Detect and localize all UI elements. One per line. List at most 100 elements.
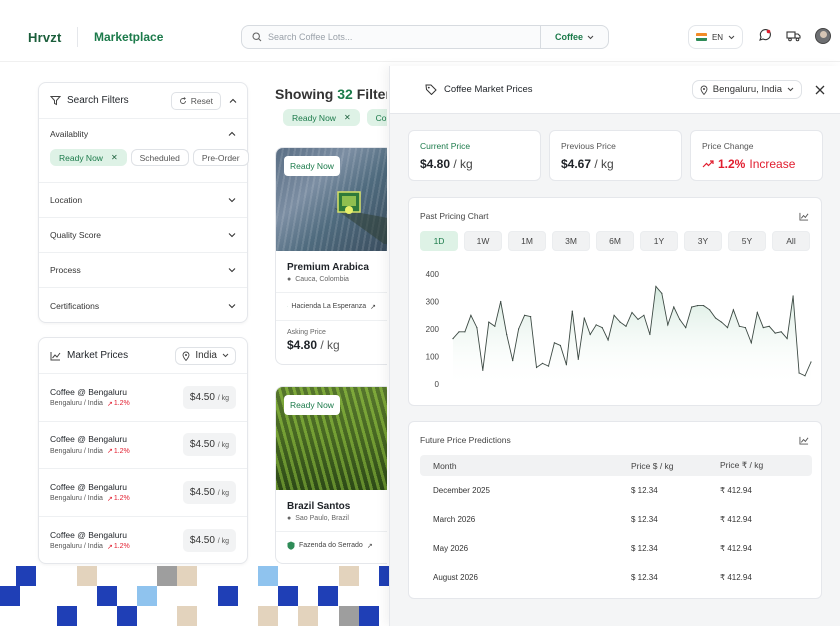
previous-price-label: Previous Price <box>561 141 616 151</box>
refresh-icon <box>179 96 186 104</box>
price-point <box>691 306 693 308</box>
language-select[interactable]: EN <box>688 25 743 49</box>
price-point <box>792 295 794 297</box>
filter-section-process[interactable]: Process <box>39 253 247 288</box>
y-tick-label: 200 <box>426 325 440 334</box>
region-select[interactable]: India <box>175 346 236 365</box>
price-change-card: Price Change 1.2% Increase <box>690 130 823 181</box>
farm-name[interactable]: Hacienda La Esperanza <box>291 303 366 310</box>
location-pin-icon <box>700 85 708 95</box>
active-chip[interactable]: Ready Now ✕ <box>283 109 360 126</box>
search-category-label: Coffee <box>554 32 583 42</box>
price-point <box>679 318 681 320</box>
close-icon[interactable]: ✕ <box>111 153 118 162</box>
search-input[interactable] <box>268 32 540 42</box>
close-icon[interactable]: ✕ <box>344 113 351 122</box>
price-point <box>744 327 746 329</box>
chip-pre-order[interactable]: Pre-Order <box>192 149 249 166</box>
price-point <box>559 344 561 347</box>
filter-section-label: Quality Score <box>50 230 102 240</box>
range-5y[interactable]: 5Y <box>728 231 766 251</box>
price-point <box>577 358 579 360</box>
market-price-row[interactable]: Coffee @ Bengaluru Bengaluru / India ↗ 1.2… <box>39 422 247 469</box>
lot-card[interactable]: Ready Now Brazil Santos ● Sao Paulo, Braz… <box>275 386 387 564</box>
table-row: March 2026 $ 12.34 ₹ 412.94 <box>420 505 812 534</box>
app-logo[interactable]: Hrvzt <box>28 30 62 45</box>
column-header: Price ₹ / kg <box>720 460 764 470</box>
filter-icon <box>50 96 61 106</box>
chevron-up-icon[interactable] <box>228 131 236 137</box>
price-point <box>565 364 567 366</box>
active-chip[interactable]: Col <box>366 109 387 126</box>
line-chart-icon[interactable] <box>799 210 809 224</box>
search-icon <box>246 32 268 42</box>
range-all[interactable]: All <box>772 231 810 251</box>
price-point <box>726 327 729 329</box>
external-link-icon[interactable]: ↗ <box>367 542 373 550</box>
farm-name[interactable]: Fazenda do Serrado <box>299 542 363 549</box>
verified-shield-icon <box>287 541 295 550</box>
search-category-select[interactable]: Coffee <box>539 26 608 48</box>
market-prices-header: Market Prices India <box>39 338 247 374</box>
lot-card[interactable]: Ready Now Premium Arabica ● Cauca, Colomb… <box>275 147 387 365</box>
price-point <box>643 314 645 316</box>
external-link-icon[interactable]: ↗ <box>370 303 376 311</box>
previous-price-unit: / kg <box>594 157 614 171</box>
location-select[interactable]: Bengaluru, India <box>691 80 802 99</box>
chevron-up-icon[interactable] <box>229 98 237 104</box>
price-point <box>709 309 711 311</box>
range-1d[interactable]: 1D <box>420 231 458 251</box>
coffee-market-prices-panel: Coffee Market Prices Bengaluru, India Cu… <box>389 66 840 626</box>
price-tag-icon <box>425 84 437 95</box>
filter-section-location[interactable]: Location <box>39 183 247 218</box>
user-avatar[interactable] <box>815 28 831 44</box>
chip-ready-now[interactable]: Ready Now ✕ <box>50 149 127 166</box>
nav-marketplace[interactable]: Marketplace <box>94 30 163 44</box>
line-chart-icon[interactable] <box>799 434 809 448</box>
range-6m[interactable]: 6M <box>596 231 634 251</box>
filter-section-certifications[interactable]: Certifications <box>39 288 247 323</box>
range-1m[interactable]: 1M <box>508 231 546 251</box>
price-point <box>750 342 752 344</box>
filter-section-quality-score[interactable]: Quality Score <box>39 218 247 253</box>
market-price: $4.50 <box>189 391 215 403</box>
asking-price: $4.80 <box>287 338 318 352</box>
close-icon[interactable] <box>815 85 825 95</box>
price-point <box>786 338 788 340</box>
range-3y[interactable]: 3Y <box>684 231 722 251</box>
price-point <box>774 332 776 334</box>
range-1y[interactable]: 1Y <box>640 231 678 251</box>
price-point <box>613 314 615 316</box>
price-point <box>553 342 555 344</box>
price-point <box>530 316 532 318</box>
price-point <box>667 324 669 326</box>
market-price-row[interactable]: Coffee @ Bengaluru Bengaluru / India ↗ 1.2… <box>39 517 247 564</box>
y-tick-label: 0 <box>435 380 440 389</box>
lot-title[interactable]: Brazil Santos <box>276 490 387 515</box>
chip-scheduled[interactable]: Scheduled <box>130 149 189 166</box>
price-point <box>571 310 573 312</box>
truck-icon[interactable] <box>786 29 801 45</box>
market-location: Bengaluru / India <box>50 400 103 408</box>
active-filter-chips: Ready Now ✕ Col <box>276 109 387 126</box>
price-point <box>619 321 621 323</box>
range-1w[interactable]: 1W <box>464 231 502 251</box>
past-pricing-chart-card: Past Pricing Chart 1D 1W 1M 3M 6M 1Y 3Y … <box>408 197 822 406</box>
reset-button[interactable]: Reset <box>170 91 221 110</box>
month-cell: May 2026 <box>433 544 469 553</box>
current-price-unit: / kg <box>453 157 473 171</box>
usd-cell: $ 12.34 <box>631 515 658 524</box>
market-change: 1.2% <box>113 447 130 455</box>
price-point <box>756 311 758 314</box>
column-header: Price $ / kg <box>631 460 674 471</box>
market-price-row[interactable]: Coffee @ Bengaluru Bengaluru / India ↗ 1.2… <box>39 469 247 517</box>
price-point <box>547 365 550 367</box>
price-point <box>512 360 514 362</box>
range-3m[interactable]: 3M <box>552 231 590 251</box>
market-price-row[interactable]: Coffee @ Bengaluru Bengaluru / India ↗ 1.2… <box>39 374 247 422</box>
lot-title[interactable]: Premium Arabica <box>276 251 387 276</box>
price-change-value: 1.2% <box>718 157 746 171</box>
location-pin-icon: ● <box>287 515 292 522</box>
notification-icon[interactable] <box>758 29 771 45</box>
reset-label: Reset <box>190 95 213 106</box>
